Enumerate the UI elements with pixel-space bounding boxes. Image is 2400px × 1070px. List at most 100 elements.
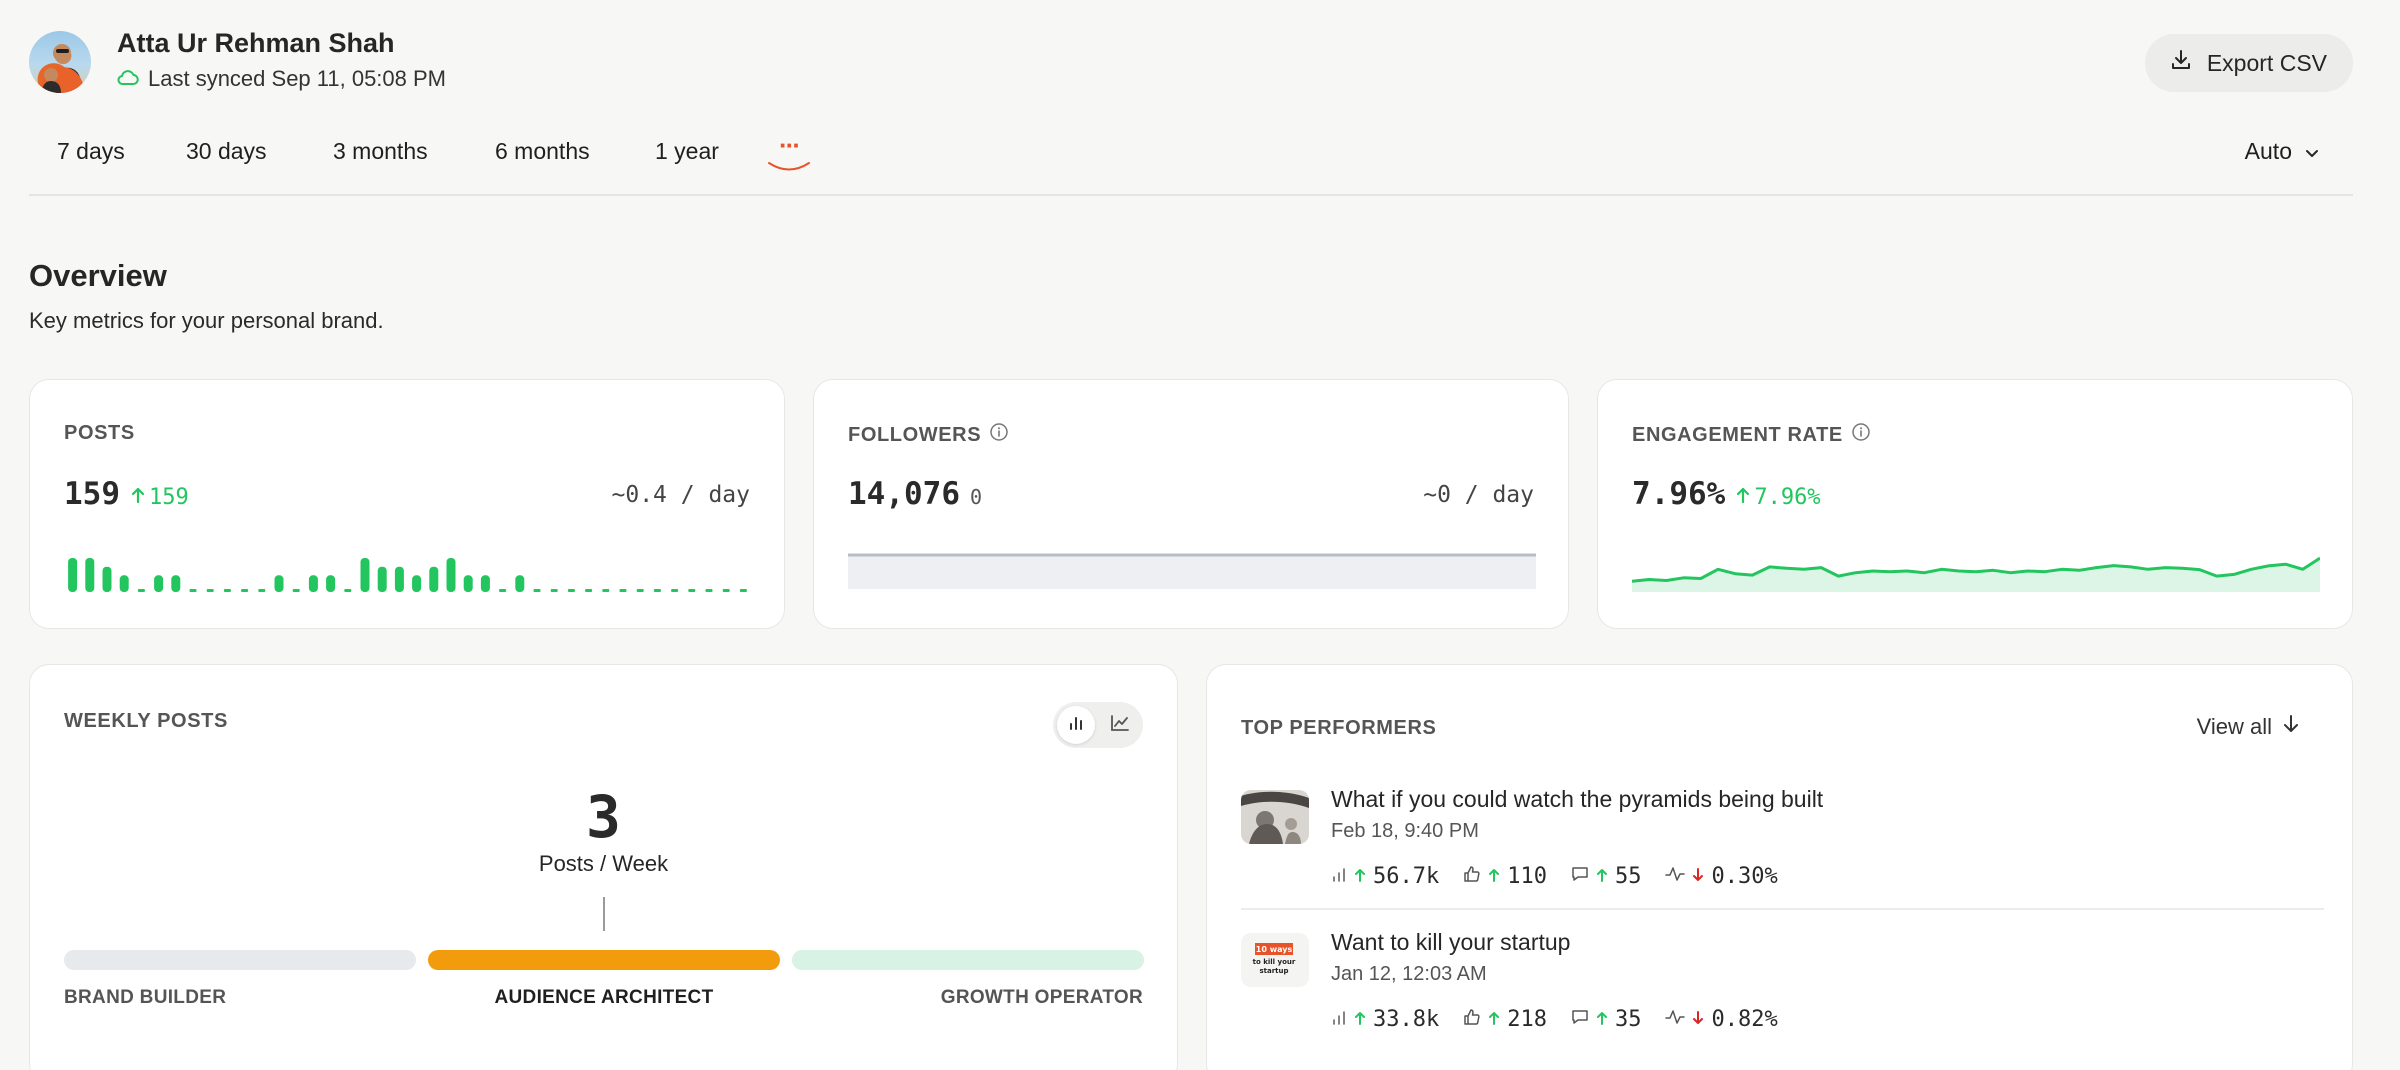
tab-3-months[interactable]: 3 months — [333, 138, 428, 165]
tab-more-options[interactable]: ··· — [764, 130, 814, 171]
posts-day-bar — [480, 575, 490, 592]
cloud-sync-icon — [117, 66, 139, 92]
comment-icon — [1571, 864, 1589, 889]
thumbs-up-icon — [1463, 1007, 1481, 1032]
posts-day-bar — [636, 589, 644, 592]
followers-delta: 0 — [969, 485, 983, 509]
view-all-label: View all — [2196, 714, 2272, 739]
top-performers-card: TOP PERFORMERS View all What if you coul… — [1206, 664, 2353, 1070]
row-divider — [1241, 908, 2324, 910]
post-stats: 33.8k 218 35 0.82% — [1331, 1007, 1802, 1032]
followers-rate: ~0 / day — [1423, 482, 1534, 508]
tier-label-brand-builder: BRAND BUILDER — [64, 987, 227, 1008]
post-thumbnail: 10 ways to kill your startup — [1241, 933, 1309, 987]
engagement-stat: 0.30% — [1665, 864, 1778, 889]
posts-day-bar — [446, 558, 456, 592]
top-performers-label: TOP PERFORMERS — [1241, 717, 1437, 739]
thumbnail-text: to kill your — [1253, 958, 1296, 966]
time-range-tabs: 7 days 30 days 3 months 6 months 1 year … — [29, 126, 2353, 196]
tier-label-audience-architect: AUDIENCE ARCHITECT — [494, 987, 714, 1008]
tab-6-months[interactable]: 6 months — [495, 138, 590, 165]
thumbnail-text: 10 ways — [1256, 945, 1293, 954]
thumbs-up-icon — [1463, 864, 1481, 889]
top-post-row[interactable]: What if you could watch the pyramids bei… — [1241, 786, 2324, 926]
info-icon[interactable] — [1851, 422, 1871, 448]
bar-chart-view-button[interactable] — [1057, 706, 1095, 744]
posts-day-bar — [394, 566, 404, 592]
followers-flat-sparkline — [848, 553, 1536, 589]
posts-day-bar — [344, 589, 352, 592]
posts-day-bar — [429, 566, 439, 592]
post-date: Feb 18, 9:40 PM — [1331, 820, 1479, 842]
tier-bar-audience-architect — [428, 950, 780, 970]
weekly-posts-value: 3 — [586, 783, 621, 851]
posts-day-bar — [619, 589, 627, 592]
tab-1-year[interactable]: 1 year — [655, 138, 719, 165]
comments-stat: 35 — [1571, 1007, 1641, 1032]
engagement-stat: 0.82% — [1665, 1007, 1778, 1032]
followers-card: FOLLOWERS 14,076 0 ~0 / day — [813, 379, 1569, 629]
bar-chart-icon — [1331, 864, 1347, 889]
sync-status: Last synced Sep 11, 05:08 PM — [117, 66, 446, 92]
view-all-link[interactable]: View all — [2197, 714, 2300, 740]
posts-day-bar — [463, 575, 473, 592]
post-thumbnail — [1241, 790, 1309, 844]
granularity-select[interactable]: Auto — [2245, 138, 2320, 165]
export-csv-button[interactable]: Export CSV — [2144, 34, 2353, 92]
posts-day-bar — [533, 589, 541, 592]
tab-7-days[interactable]: 7 days — [57, 138, 125, 165]
posts-day-bar — [653, 589, 661, 592]
overview-subtitle: Key metrics for your personal brand. — [29, 308, 384, 333]
arrow-up-icon — [1487, 864, 1501, 889]
arrow-down-icon — [1691, 864, 1705, 889]
posts-day-bar — [602, 589, 610, 592]
arrow-up-icon — [1735, 485, 1751, 510]
posts-day-bar — [223, 589, 231, 592]
arrow-up-icon — [1487, 1007, 1501, 1032]
post-title[interactable]: What if you could watch the pyramids bei… — [1331, 786, 1823, 813]
followers-value: 14,076 — [848, 476, 960, 512]
chart-view-toggle — [1053, 702, 1143, 748]
posts-day-bar — [189, 589, 197, 592]
activity-icon — [1665, 1007, 1686, 1032]
impressions-stat: 33.8k — [1331, 1007, 1439, 1032]
tab-30-days[interactable]: 30 days — [186, 138, 267, 165]
profile-header: Atta Ur Rehman Shah Last synced Sep 11, … — [29, 28, 2353, 100]
posts-day-bar — [68, 558, 78, 592]
posts-day-bar — [499, 589, 507, 592]
posts-day-bar — [241, 589, 249, 592]
posts-rate: ~0.4 / day — [611, 482, 750, 508]
top-post-row[interactable]: 10 ways to kill your startup Want to kil… — [1241, 929, 2324, 1069]
arrow-up-icon — [130, 485, 146, 510]
arrow-down-icon — [1691, 1007, 1705, 1032]
thumbnail-text: startup — [1259, 967, 1288, 975]
weekly-position-marker — [603, 897, 605, 931]
line-chart-view-button[interactable] — [1101, 706, 1139, 744]
arrow-up-icon — [1595, 1007, 1609, 1032]
post-title[interactable]: Want to kill your startup — [1331, 929, 1570, 956]
impressions-stat: 56.7k — [1331, 864, 1439, 889]
arrow-down-icon — [2282, 714, 2300, 740]
posts-day-bar — [258, 589, 266, 592]
tier-label-growth-operator: GROWTH OPERATOR — [940, 987, 1143, 1008]
followers-label: FOLLOWERS — [848, 422, 1009, 448]
info-icon[interactable] — [989, 422, 1009, 448]
weekly-posts-unit: Posts / Week — [538, 851, 669, 876]
post-stats: 56.7k 110 55 0.30% — [1331, 864, 1802, 889]
engagement-label: ENGAGEMENT RATE — [1632, 422, 1871, 448]
overview-title: Overview — [29, 258, 167, 293]
posts-delta: 159 — [130, 485, 189, 510]
arrow-up-icon — [1353, 864, 1367, 889]
posts-label: POSTS — [64, 422, 135, 444]
avatar — [29, 31, 91, 93]
posts-day-bar — [585, 589, 593, 592]
download-icon — [2169, 48, 2193, 78]
posts-day-bar — [137, 589, 145, 592]
posts-day-bar — [119, 575, 129, 592]
activity-icon — [1665, 864, 1686, 889]
posts-day-bar — [171, 575, 181, 592]
tier-bar-growth-operator — [792, 950, 1144, 970]
user-name: Atta Ur Rehman Shah — [117, 28, 395, 58]
posts-day-bar — [722, 589, 730, 592]
engagement-line-sparkline — [1632, 556, 2320, 592]
